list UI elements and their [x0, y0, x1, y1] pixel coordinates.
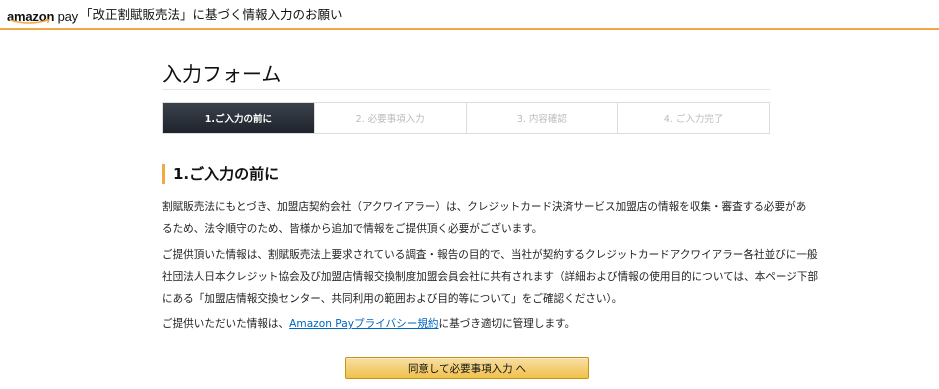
- section-heading: 1.ご入力の前に: [162, 164, 279, 184]
- privacy-paragraph: ご提供いただいた情報は、Amazon Payプライバシー規約に基づき適切に管理し…: [162, 313, 774, 335]
- paragraph-line: 社団法人日本クレジット協会及び加盟店情報交換制度加盟会員会社に共有されます（詳細…: [162, 271, 819, 283]
- step-2-required-input: 2. 必要事項入力: [313, 103, 466, 133]
- info-usage-paragraph: ご提供頂いた情報は、割賦販売法上要求されている調査・報告の目的で、当社が契約する…: [162, 244, 819, 310]
- privacy-policy-link[interactable]: Amazon Payプライバシー規約: [289, 318, 438, 330]
- paragraph-line: 割賦販売法にもとづき、加盟店契約会社（アクワイアラー）は、クレジットカード決済サ…: [162, 201, 807, 213]
- amazon-pay-logo[interactable]: amazon pay: [7, 6, 78, 24]
- privacy-text-before: ご提供いただいた情報は、: [162, 318, 290, 330]
- header-bar: amazon pay 「改正割賦販売法」に基づく情報入力のお願い: [0, 0, 939, 30]
- progress-steps: 1.ご入力の前に 2. 必要事項入力 3. 内容確認 4. ご入力完了: [162, 102, 770, 134]
- header-title: 「改正割賦販売法」に基づく情報入力のお願い: [80, 7, 343, 22]
- paragraph-line: にある「加盟店情報交換センター、共同利用の範囲および目的等について」をご確認くだ…: [162, 293, 623, 305]
- step-3-confirm: 3. 内容確認: [465, 103, 618, 133]
- page-title: 入力フォーム: [162, 62, 282, 86]
- paragraph-line: ご提供頂いた情報は、割賦販売法上要求されている調査・報告の目的で、当社が契約する…: [162, 249, 818, 261]
- privacy-text-after: に基づき適切に管理します。: [438, 318, 576, 330]
- step-1-before-input: 1.ご入力の前に: [163, 103, 314, 133]
- step-4-complete: 4. ご入力完了: [617, 103, 769, 133]
- paragraph-line: るため、法令順守のため、皆様から追加で情報をご提供頂く必要がございます。: [162, 223, 543, 235]
- title-divider: [162, 89, 770, 90]
- amazon-smile-icon: [9, 19, 51, 24]
- intro-paragraph: 割賦販売法にもとづき、加盟店契約会社（アクワイアラー）は、クレジットカード決済サ…: [162, 196, 807, 240]
- agree-and-continue-button[interactable]: 同意して必要事項入力 へ: [345, 357, 589, 379]
